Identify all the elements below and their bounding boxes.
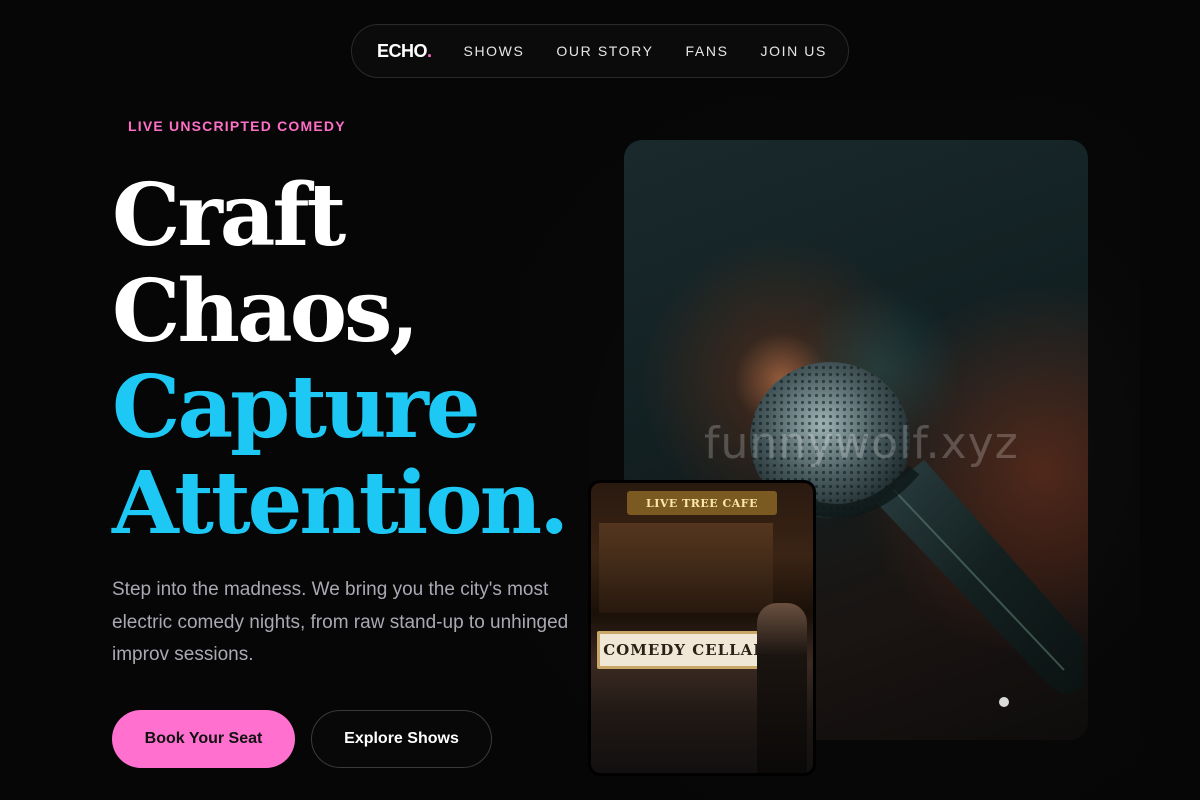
nav-link-fans[interactable]: FANS — [686, 43, 729, 59]
hero-headline: Craft Chaos, Capture Attention. — [112, 165, 569, 554]
headline-line-3: Capture — [112, 357, 481, 458]
nav-link-join-us[interactable]: JOIN US — [761, 43, 827, 59]
explore-shows-button[interactable]: Explore Shows — [311, 710, 492, 768]
club-person-silhouette — [757, 603, 807, 773]
headline-line-1: Craft — [112, 165, 346, 266]
club-window — [599, 523, 773, 613]
hero-eyebrow: LIVE UNSCRIPTED COMEDY — [128, 118, 346, 134]
logo-dot: . — [427, 40, 432, 61]
hero-description: Step into the madness. We bring you the … — [112, 579, 569, 665]
nav-link-shows[interactable]: SHOWS — [464, 43, 525, 59]
logo[interactable]: ECHO. — [377, 41, 432, 62]
club-top-sign: LIVE TREE CAFE — [627, 491, 777, 515]
headline-line-2: Chaos, — [112, 261, 419, 362]
club-marquee-sign: COMEDY CELLAR — [597, 631, 773, 669]
top-nav: ECHO. SHOWS OUR STORY FANS JOIN US — [351, 24, 849, 78]
comedy-club-image: LIVE TREE CAFE COMEDY CELLAR — [588, 480, 816, 776]
book-seat-button[interactable]: Book Your Seat — [112, 710, 295, 768]
headline-line-4: Attention. — [112, 453, 569, 554]
nav-link-our-story[interactable]: OUR STORY — [556, 43, 653, 59]
watermark: funnywolf.xyz — [704, 418, 1019, 469]
